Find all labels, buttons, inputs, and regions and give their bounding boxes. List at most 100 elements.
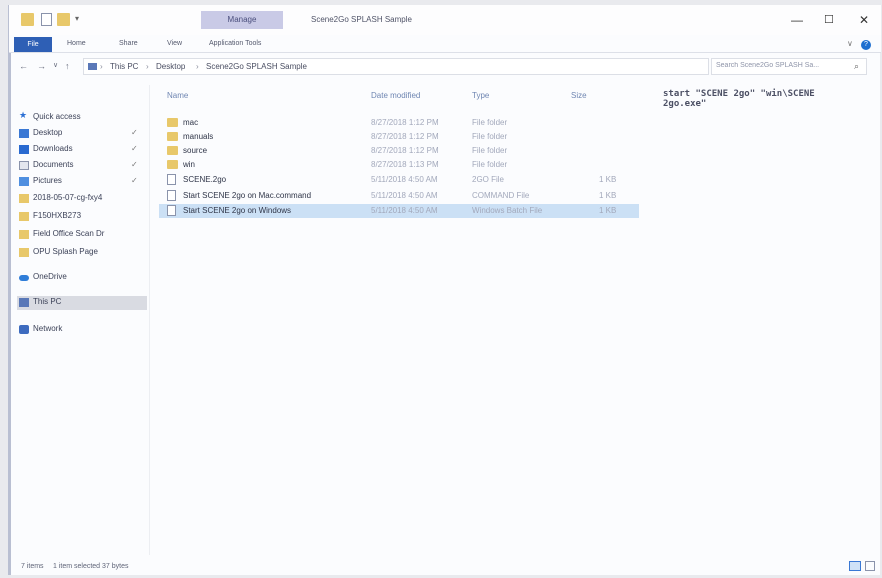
search-icon[interactable]: ⌕ — [854, 61, 859, 72]
file-row[interactable]: SCENE.2go 5/11/2018 4:50 AM 2GO File 1 K… — [159, 173, 639, 187]
tab-view[interactable]: View — [167, 40, 182, 47]
file-date: 8/27/2018 1:12 PM — [371, 118, 439, 127]
folder-icon[interactable] — [21, 13, 34, 26]
ribbon-expand-icon[interactable]: ∨ — [847, 39, 853, 48]
back-button[interactable]: ← — [19, 61, 28, 71]
column-header-name[interactable]: Name — [167, 91, 188, 100]
window-title: Scene2Go SPLASH Sample — [311, 15, 412, 24]
file-type: 2GO File — [472, 175, 505, 184]
star-icon: ★ — [19, 111, 28, 120]
properties-icon[interactable] — [41, 13, 52, 26]
tab-application-tools[interactable]: Application Tools — [209, 40, 261, 47]
pin-icon: ✓ — [131, 160, 138, 169]
breadcrumb-this-pc[interactable]: This PC — [110, 62, 138, 71]
file-row-folder[interactable]: win 8/27/2018 1:13 PM File folder — [159, 158, 639, 172]
status-bar: 7 items 1 item selected 37 bytes — [9, 557, 881, 575]
ribbon-tabs: File Home Share View Application Tools ∨… — [9, 35, 881, 53]
folder-icon — [167, 118, 178, 127]
column-header-type[interactable]: Type — [472, 91, 489, 100]
tab-share[interactable]: Share — [119, 40, 138, 47]
navigation-pane: ★ Quick access Desktop ✓ Downloads ✓ Doc… — [9, 85, 149, 555]
breadcrumb-desktop[interactable]: Desktop — [156, 62, 185, 71]
new-folder-icon[interactable] — [57, 13, 70, 26]
sidebar-item-onedrive[interactable]: OneDrive — [19, 271, 147, 285]
file-type: Windows Batch File — [472, 206, 543, 215]
sidebar-item-folder[interactable]: Field Office Scan Dr — [19, 228, 147, 242]
file-icon — [167, 190, 176, 201]
file-type: File folder — [472, 146, 508, 155]
sidebar-item-label: F150HXB273 — [33, 211, 82, 220]
file-name: mac — [183, 118, 199, 127]
sidebar-item-folder[interactable]: OPU Splash Page — [19, 246, 147, 260]
sidebar-item-pictures[interactable]: Pictures ✓ — [19, 175, 147, 189]
sidebar-item-label: Field Office Scan Dr — [33, 229, 105, 238]
sidebar-item-label: Network — [33, 324, 63, 333]
breadcrumb-current-folder[interactable]: Scene2Go SPLASH Sample — [206, 62, 307, 71]
file-name: source — [183, 146, 208, 155]
sidebar-item-folder[interactable]: F150HXB273 — [19, 210, 147, 224]
file-name: win — [183, 160, 196, 169]
file-name: Start SCENE 2go on Mac.command — [183, 191, 312, 200]
column-header-date-modified[interactable]: Date modified — [371, 91, 420, 100]
file-size: 1 KB — [599, 206, 617, 215]
tab-file[interactable]: File — [14, 37, 52, 52]
sidebar-item-label: Quick access — [33, 112, 81, 121]
folder-icon — [19, 194, 29, 203]
file-list: Name Date modified Type Size mac 8/27/20… — [159, 85, 659, 555]
file-row[interactable]: Start SCENE 2go on Mac.command 5/11/2018… — [159, 189, 639, 203]
pin-icon: ✓ — [131, 176, 138, 185]
breadcrumb-separator[interactable]: › — [100, 62, 103, 71]
sidebar-item-this-pc[interactable]: This PC — [17, 296, 147, 310]
minimize-button[interactable]: — — [791, 13, 803, 27]
search-input[interactable]: Search Scene2Go SPLASH Sa... ⌕ — [711, 58, 867, 75]
file-date: 8/27/2018 1:12 PM — [371, 146, 439, 155]
sidebar-item-label: 2018-05-07-cg-fxy4 — [33, 193, 103, 202]
folder-icon — [167, 132, 178, 141]
search-placeholder: Search Scene2Go SPLASH Sa... — [716, 62, 820, 69]
large-icons-view-icon[interactable] — [865, 561, 875, 571]
manage-tab[interactable]: Manage — [201, 11, 283, 29]
address-bar[interactable]: › This PC › Desktop › Scene2Go SPLASH Sa… — [83, 58, 776, 75]
file-name: SCENE.2go — [183, 175, 227, 184]
desktop-icon — [19, 129, 29, 138]
breadcrumb-separator[interactable]: › — [196, 62, 199, 71]
pin-icon: ✓ — [131, 128, 138, 137]
up-button[interactable]: ↑ — [65, 61, 70, 71]
column-header-size[interactable]: Size — [571, 91, 587, 100]
sidebar-item-folder[interactable]: 2018-05-07-cg-fxy4 — [19, 192, 147, 206]
forward-button[interactable]: → — [37, 61, 46, 71]
breadcrumb-separator[interactable]: › — [146, 62, 149, 71]
sidebar-item-network[interactable]: Network — [19, 323, 147, 337]
file-size: 1 KB — [599, 175, 617, 184]
folder-icon — [19, 212, 29, 221]
title-bar: ▾ Manage Scene2Go SPLASH Sample — ☐ ✕ — [9, 5, 881, 35]
file-row-folder[interactable]: mac 8/27/2018 1:12 PM File folder — [159, 116, 639, 130]
close-button[interactable]: ✕ — [859, 13, 869, 27]
pane-divider[interactable] — [149, 85, 150, 555]
sidebar-item-downloads[interactable]: Downloads ✓ — [19, 143, 147, 157]
file-row-folder[interactable]: source 8/27/2018 1:12 PM File folder — [159, 144, 639, 158]
details-view-icon[interactable] — [849, 561, 861, 571]
pin-icon: ✓ — [131, 144, 138, 153]
network-icon — [19, 325, 29, 334]
sidebar-item-label: OneDrive — [33, 272, 67, 281]
sidebar-item-label: Downloads — [33, 144, 73, 153]
quick-access-toolbar-dropdown-icon[interactable]: ▾ — [75, 14, 79, 23]
file-row-folder[interactable]: manuals 8/27/2018 1:12 PM File folder — [159, 130, 639, 144]
maximize-button[interactable]: ☐ — [824, 13, 834, 26]
help-icon[interactable]: ? — [861, 40, 871, 50]
sidebar-item-desktop[interactable]: Desktop ✓ — [19, 127, 147, 141]
file-date: 5/11/2018 4:50 AM — [371, 191, 438, 200]
file-row-selected[interactable]: Start SCENE 2go on Windows 5/11/2018 4:5… — [159, 204, 639, 218]
selection-info: 1 item selected 37 bytes — [53, 563, 129, 570]
folder-icon — [19, 248, 29, 257]
recent-locations-button[interactable]: ∨ — [53, 61, 58, 69]
file-date: 5/11/2018 4:50 AM — [371, 206, 438, 215]
file-type: File folder — [472, 132, 508, 141]
sidebar-item-documents[interactable]: Documents ✓ — [19, 159, 147, 173]
sidebar-item-label: OPU Splash Page — [33, 247, 98, 256]
file-date: 8/27/2018 1:13 PM — [371, 160, 439, 169]
tab-home[interactable]: Home — [67, 40, 86, 47]
folder-icon — [167, 160, 178, 169]
sidebar-item-quick-access[interactable]: ★ Quick access — [19, 111, 147, 125]
